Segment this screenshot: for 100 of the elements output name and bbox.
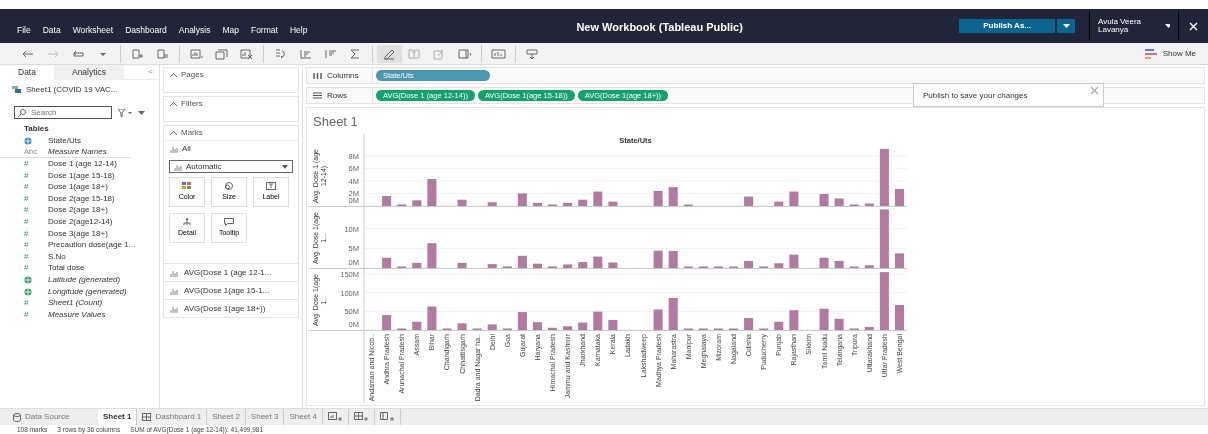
menu-item[interactable]: Help (289, 24, 308, 37)
rows-icon (313, 92, 322, 99)
field-item[interactable]: # Dose 3(age 18+) (0, 227, 159, 240)
sheet-tab[interactable]: Data Source (8, 409, 98, 425)
field-item[interactable]: # Precaution dose(age 1... (0, 239, 159, 251)
sheet-tab[interactable]: Dashboard 1 (137, 409, 208, 425)
type-icon: # (24, 308, 29, 321)
publish-button[interactable]: Publish As... (959, 19, 1055, 33)
data-source-name[interactable]: Sheet1 (COVID 19 VAC... (26, 84, 118, 96)
field-item[interactable]: State/Uts (0, 135, 159, 147)
show-me-icon[interactable] (1144, 48, 1157, 59)
new-sheet-icon[interactable] (328, 412, 343, 422)
bar (548, 327, 558, 330)
detail-icon (182, 217, 192, 226)
field-item[interactable]: Longitude (generated) (0, 285, 159, 298)
menu-item[interactable]: Worksheet (72, 24, 114, 37)
type-icon: # (24, 262, 29, 275)
menu-item[interactable]: Analysis (178, 24, 211, 37)
columns-icon (313, 72, 322, 79)
bar-chart-icon (170, 144, 178, 153)
menu-item[interactable]: Dashboard (125, 24, 167, 37)
shelf-label: Rows (327, 89, 347, 102)
size-icon (224, 181, 234, 190)
type-icon: # (24, 181, 29, 194)
bar (517, 312, 527, 330)
field-item[interactable]: # Dose 2(age12-14) (0, 216, 159, 228)
tooltip-icon (224, 217, 234, 226)
bar (834, 198, 844, 206)
bar (412, 200, 422, 206)
highlight-icon[interactable] (382, 47, 397, 60)
menu-item[interactable]: Map (222, 24, 239, 37)
bar (457, 323, 467, 330)
bar (487, 324, 497, 330)
field-item[interactable]: # S.No (0, 250, 159, 263)
type-icon: # (24, 239, 29, 252)
search-field[interactable]: Search (14, 106, 112, 119)
marks-all[interactable]: All (182, 142, 191, 155)
globe-icon (24, 136, 32, 145)
field-item[interactable]: # Measure Values (0, 308, 159, 321)
bar (412, 321, 422, 330)
collapse-icon[interactable] (170, 73, 177, 77)
collapse-icon[interactable] (170, 102, 177, 106)
bar (382, 315, 392, 330)
field-item[interactable]: Latitude (generated) (0, 274, 159, 286)
bar (668, 187, 678, 206)
user-name[interactable]: Avula Veera Lavanya (1098, 18, 1148, 34)
bar (457, 199, 467, 206)
bar-chart-icon (170, 304, 178, 313)
collapse-icon[interactable] (170, 131, 177, 135)
menu-item[interactable]: Format (250, 24, 278, 37)
new-story-icon[interactable] (380, 412, 395, 422)
menu-item[interactable]: Data (42, 24, 61, 37)
bar (427, 243, 437, 268)
sheet-tab[interactable]: Sheet 2 (207, 409, 246, 425)
bar-chart-icon (174, 162, 182, 171)
field-item[interactable]: # Dose 2(age 15-18) (0, 192, 159, 205)
data-source-icon (12, 86, 22, 94)
bar (668, 251, 678, 268)
collapse-button[interactable]: < (148, 66, 153, 78)
bar (819, 194, 829, 206)
new-dashboard-icon[interactable] (354, 412, 369, 422)
duplicate-chart-icon[interactable] (214, 47, 229, 60)
field-item[interactable]: # Dose 1(age 18+) (0, 181, 159, 193)
marks-measure[interactable]: AVG(Dose 1(age 15-1... (184, 284, 270, 297)
type-icon: # (24, 250, 29, 263)
clear-chart-icon[interactable] (239, 47, 254, 60)
publish-menu-button[interactable] (1057, 19, 1075, 33)
database-pause-icon[interactable] (155, 47, 170, 60)
caret-icon[interactable] (1165, 24, 1170, 28)
field-item[interactable]: # Dose 1(age 15-18) (0, 169, 159, 182)
card-title: Filters (181, 98, 203, 110)
sheet-tab[interactable]: Sheet 3 (245, 409, 285, 425)
bar (487, 202, 497, 206)
field-item[interactable]: # Dose 1 (age 12-14) (0, 158, 159, 170)
filter-icon[interactable] (118, 108, 132, 117)
mark-type-dropdown[interactable]: Automatic (169, 160, 293, 173)
sheet-tab[interactable]: Sheet 1 (98, 409, 138, 425)
show-me-button[interactable]: Show Me (1162, 47, 1196, 60)
bar-chart-icon (170, 268, 178, 277)
field-item[interactable]: # Sheet1 (Count) (0, 297, 159, 309)
menu-item[interactable]: File (17, 24, 31, 37)
database-add-icon[interactable] (130, 47, 145, 60)
bar (864, 327, 874, 330)
marks-measure[interactable]: AVG(Dose 1 (age 12-1... (184, 266, 272, 279)
sheet-tab[interactable]: Sheet 4 (284, 409, 323, 425)
card-title: Marks (181, 127, 203, 139)
bar (593, 191, 603, 206)
bar (412, 262, 422, 268)
dashboard-icon (142, 413, 152, 421)
bar (894, 305, 904, 330)
globe-icon (24, 275, 32, 284)
bar (608, 201, 618, 206)
bar (608, 319, 618, 330)
bar (653, 250, 663, 268)
field-item[interactable]: # Dose 2(age 18+) (0, 204, 159, 217)
bar (668, 297, 678, 330)
field-item[interactable]: # Total dose (0, 262, 159, 275)
marks-measure[interactable]: AVG(Dose 1(age 18+)) (184, 302, 266, 315)
bar (563, 264, 573, 268)
label-icon (266, 181, 276, 190)
